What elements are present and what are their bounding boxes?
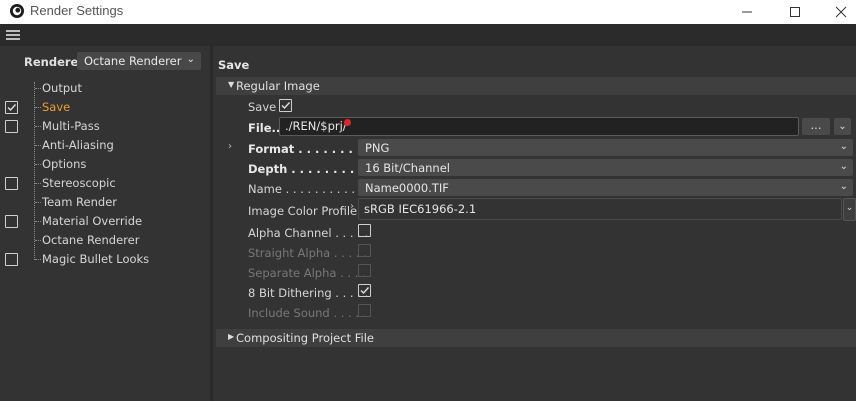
straight-alpha-label: Straight Alpha . . . . .: [248, 246, 367, 260]
title-bar: Render Settings: [0, 0, 856, 24]
sidebar-item-label: Save: [42, 100, 71, 114]
warning-dot-icon: [344, 119, 351, 126]
color-profile-dropdown[interactable]: ⌄: [843, 198, 856, 221]
chevron-down-icon: ⌄: [839, 181, 848, 192]
expand-arrow-icon[interactable]: ›: [228, 141, 232, 152]
tree-branch: [35, 221, 41, 222]
sidebar-item-label: Output: [42, 81, 82, 95]
save-checkbox[interactable]: [279, 99, 292, 112]
sidebar-item-label: Octane Renderer: [42, 233, 140, 247]
sidebar-checkbox-save[interactable]: [5, 101, 18, 114]
hamburger-menu-icon[interactable]: [6, 30, 20, 42]
compositing-title: Compositing Project File: [236, 331, 374, 345]
alpha-channel-checkbox[interactable]: [358, 224, 371, 237]
chevron-down-icon: ⌄: [839, 161, 848, 172]
tree-branch: [35, 145, 41, 146]
sidebar-item-material-override[interactable]: Material Override: [0, 212, 210, 231]
name-label: Name . . . . . . . . . . . .: [248, 182, 370, 196]
save-settings-panel: Save ▼ Regular Image Save File... ./REN/…: [213, 46, 856, 401]
dithering-checkbox[interactable]: [358, 284, 371, 297]
cinema4d-icon: [10, 4, 24, 18]
sidebar-item-team-render[interactable]: Team Render: [0, 193, 210, 212]
chevron-down-icon: ⌄: [845, 203, 854, 213]
window-title: Render Settings: [30, 3, 124, 18]
triangle-right-icon: ▶: [228, 332, 235, 341]
chevron-down-icon: ⌄: [838, 121, 847, 132]
sidebar-item-save[interactable]: Save: [0, 98, 210, 117]
sidebar-item-label: Material Override: [42, 214, 143, 228]
sidebar-item-label: Magic Bullet Looks: [42, 252, 150, 266]
sidebar-item-label: Stereoscopic: [42, 176, 116, 190]
file-path-input[interactable]: ./REN/$prj/: [279, 117, 799, 136]
checkmark-icon: [281, 102, 291, 110]
checkmark-icon: [7, 104, 17, 112]
minimize-icon: [742, 11, 752, 13]
tree-branch: [35, 107, 41, 108]
tree-branch: [35, 88, 41, 89]
tree-branch: [35, 164, 41, 165]
save-label: Save: [248, 100, 277, 114]
checkmark-icon: [360, 287, 370, 295]
compositing-group-header[interactable]: ▶ Compositing Project File: [216, 329, 856, 347]
color-profile-value: sRGB IEC61966-2.1: [364, 202, 477, 216]
browse-button[interactable]: ...: [802, 118, 830, 135]
page-title: Save: [218, 58, 250, 72]
close-button[interactable]: [818, 0, 856, 24]
sidebar-item-stereoscopic[interactable]: Stereoscopic: [0, 174, 210, 193]
sidebar-item-magic-bullet-looks[interactable]: Magic Bullet Looks: [0, 250, 210, 269]
maximize-button[interactable]: [772, 0, 818, 24]
separate-alpha-label: Separate Alpha . . . .: [248, 266, 366, 280]
tree-branch: [35, 126, 41, 127]
sidebar-item-label: Options: [42, 157, 87, 171]
chevron-down-icon: ⌄: [839, 141, 848, 152]
triangle-down-icon: ▼: [228, 80, 235, 89]
minimize-button[interactable]: [724, 0, 770, 24]
format-label: Format . . . . . . . . .: [248, 142, 370, 156]
sidebar-checkbox-magic-bullet-looks[interactable]: [5, 253, 18, 266]
sidebar-item-label: Multi-Pass: [42, 119, 100, 133]
depth-label: Depth . . . . . . . . .: [248, 162, 363, 176]
sidebar-item-options[interactable]: Options: [0, 155, 210, 174]
close-icon: [835, 6, 847, 18]
depth-value: 16 Bit/Channel: [365, 161, 450, 175]
sidebar-item-multi-pass[interactable]: Multi-Pass: [0, 117, 210, 136]
regular-image-title: Regular Image: [236, 79, 320, 93]
format-dropdown[interactable]: PNG ⌄: [358, 139, 853, 156]
tree-branch: [35, 259, 41, 260]
tree-branch: [35, 202, 41, 203]
sidebar-checkbox-stereoscopic[interactable]: [5, 177, 18, 190]
renderer-dropdown[interactable]: Octane Renderer ⌄: [77, 52, 201, 70]
sidebar-item-anti-aliasing[interactable]: Anti-Aliasing: [0, 136, 210, 155]
sidebar-item-label: Anti-Aliasing: [42, 138, 114, 152]
sidebar-checkbox-material-override[interactable]: [5, 215, 18, 228]
name-dropdown[interactable]: Name0000.TIF ⌄: [358, 179, 853, 196]
sidebar-item-label: Team Render: [42, 195, 117, 209]
maximize-icon: [790, 7, 800, 17]
sidebar-item-octane-renderer[interactable]: Octane Renderer: [0, 231, 210, 250]
include-sound-label: Include Sound . . . . .: [248, 306, 367, 320]
settings-tree-panel: Renderer Octane Renderer ⌄ Output Save Mul…: [0, 46, 210, 401]
straight-alpha-checkbox[interactable]: [358, 244, 371, 257]
sidebar-checkbox-multi-pass[interactable]: [5, 120, 18, 133]
file-options-dropdown[interactable]: ⌄: [834, 118, 851, 135]
alpha-channel-label: Alpha Channel . . . . .: [248, 226, 369, 240]
include-sound-checkbox[interactable]: [358, 304, 371, 317]
chevron-down-icon: ⌄: [186, 54, 195, 65]
color-profile-field[interactable]: sRGB IEC61966-2.1: [358, 198, 842, 220]
regular-image-group-header[interactable]: ▼ Regular Image: [216, 77, 856, 95]
file-path-value: ./REN/$prj/: [285, 119, 347, 133]
sidebar-item-output[interactable]: Output: [0, 79, 210, 98]
color-profile-label: Image Color Profile: [248, 204, 358, 218]
tree-branch: [35, 240, 41, 241]
name-value: Name0000.TIF: [365, 181, 449, 195]
separate-alpha-checkbox[interactable]: [358, 264, 371, 277]
dithering-label: 8 Bit Dithering . . . . .: [248, 286, 369, 300]
menu-bar: [0, 24, 856, 46]
renderer-label: Renderer: [24, 55, 85, 69]
format-value: PNG: [365, 141, 390, 155]
expand-arrow-icon[interactable]: ›: [350, 201, 354, 212]
tree-branch: [35, 183, 41, 184]
depth-dropdown[interactable]: 16 Bit/Channel ⌄: [358, 159, 853, 176]
renderer-value: Octane Renderer: [84, 54, 182, 68]
